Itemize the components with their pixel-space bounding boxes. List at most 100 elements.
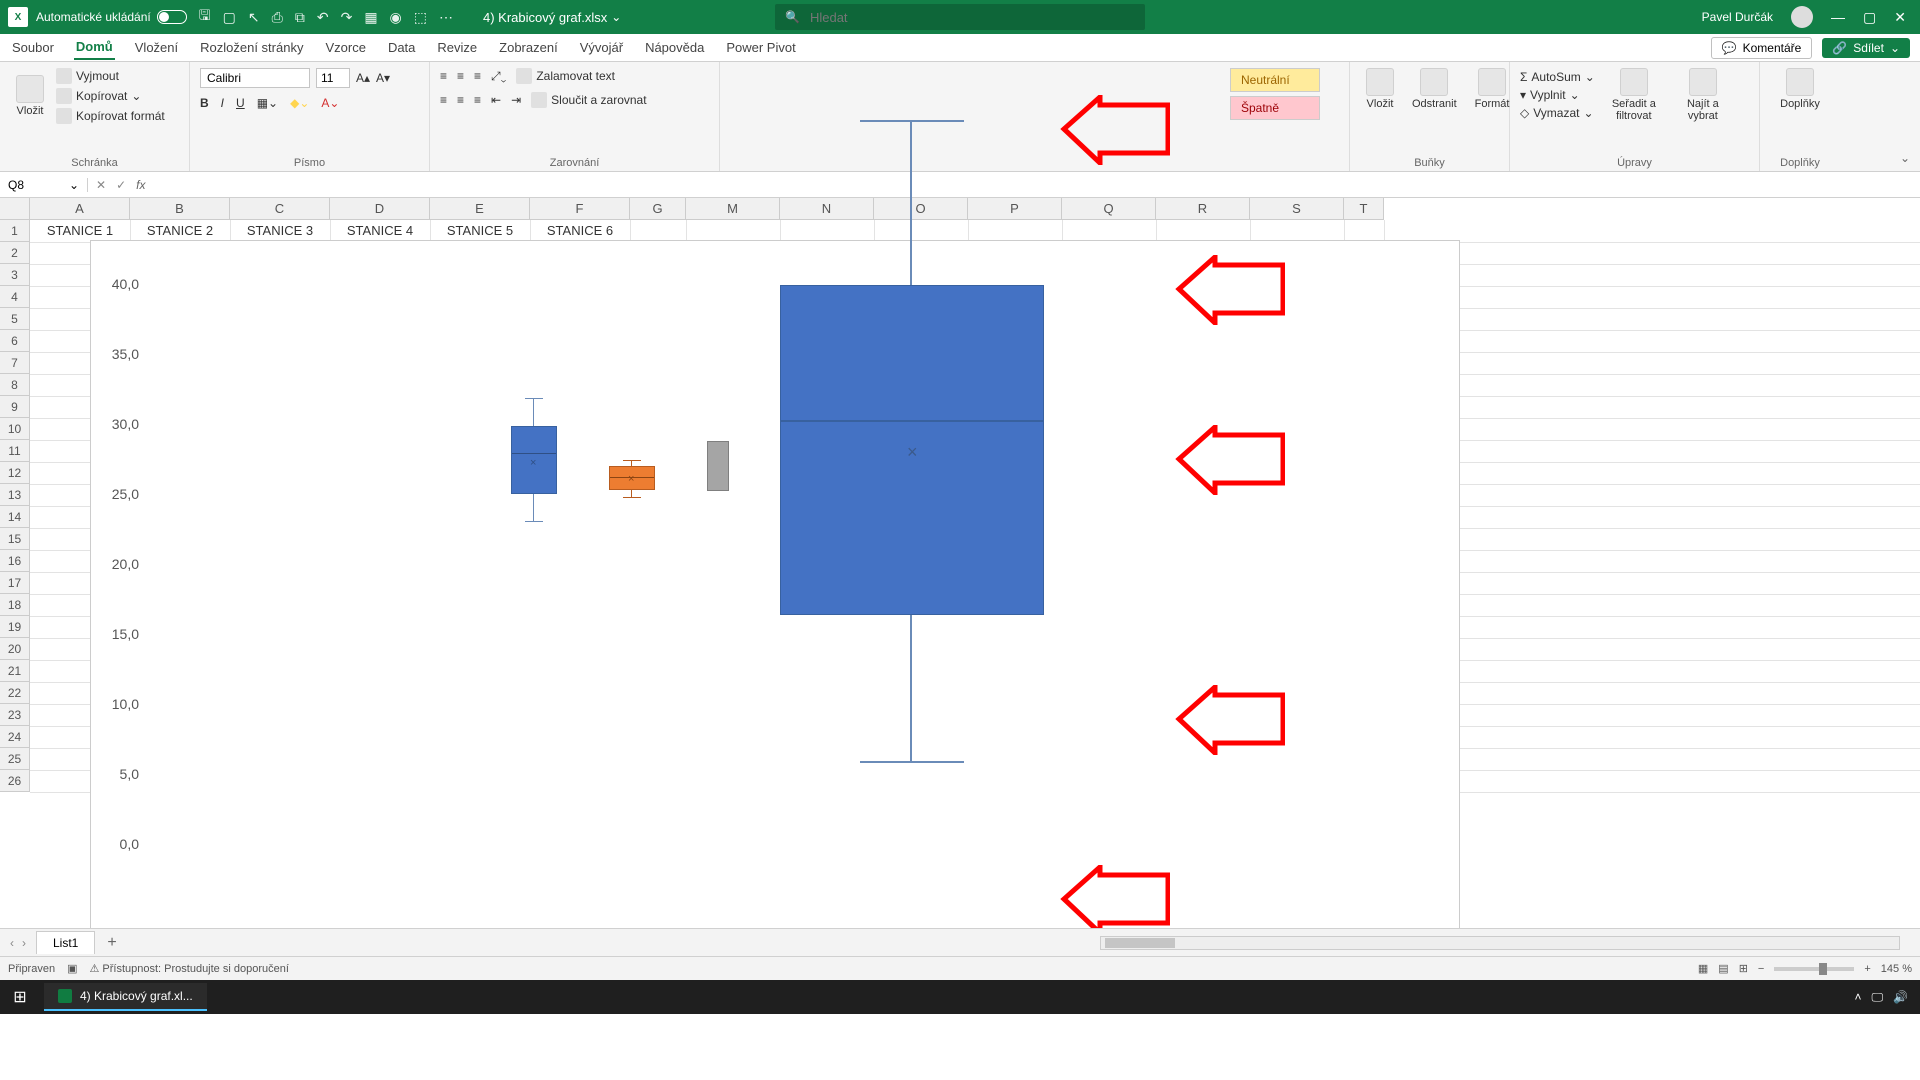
col-header-R[interactable]: R <box>1156 198 1250 220</box>
add-sheet-button[interactable]: + <box>95 934 128 952</box>
row-header-22[interactable]: 22 <box>0 682 30 704</box>
align-center-button[interactable]: ≡ <box>457 93 464 107</box>
col-header-P[interactable]: P <box>968 198 1062 220</box>
cancel-formula-icon[interactable]: ✕ <box>96 178 106 192</box>
print-icon[interactable]: ⎙ <box>272 9 283 26</box>
row-header-9[interactable]: 9 <box>0 396 30 418</box>
view-normal-button[interactable]: ▦ <box>1698 962 1708 975</box>
row-header-21[interactable]: 21 <box>0 660 30 682</box>
style-neutral[interactable]: Neutrální <box>1230 68 1320 92</box>
row-header-12[interactable]: 12 <box>0 462 30 484</box>
accept-formula-icon[interactable]: ✓ <box>116 178 126 192</box>
align-right-button[interactable]: ≡ <box>474 93 481 107</box>
align-bottom-button[interactable]: ≡ <box>474 69 481 83</box>
cut-button[interactable]: Vyjmout <box>56 68 165 84</box>
comments-button[interactable]: 💬 Komentáře <box>1711 37 1813 59</box>
col-header-T[interactable]: T <box>1344 198 1384 220</box>
new-icon[interactable]: ▢ <box>223 9 236 26</box>
tab-home[interactable]: Domů <box>74 35 115 60</box>
row-header-14[interactable]: 14 <box>0 506 30 528</box>
tray-volume-icon[interactable]: 🔊 <box>1893 990 1908 1005</box>
search-box[interactable]: 🔍 <box>775 4 1145 30</box>
col-header-E[interactable]: E <box>430 198 530 220</box>
boxplot-series-1[interactable]: × <box>511 426 557 494</box>
paste-button[interactable]: Vložit <box>10 75 50 117</box>
indent-less-button[interactable]: ⇤ <box>491 93 501 107</box>
system-tray[interactable]: ˄ 🖵 🔊 <box>1854 990 1920 1005</box>
style-bad[interactable]: Špatně <box>1230 96 1320 120</box>
row-header-11[interactable]: 11 <box>0 440 30 462</box>
col-header-Q[interactable]: Q <box>1062 198 1156 220</box>
delete-cells-button[interactable]: Odstranit <box>1406 68 1463 110</box>
row-header-16[interactable]: 16 <box>0 550 30 572</box>
row-header-20[interactable]: 20 <box>0 638 30 660</box>
tab-view[interactable]: Zobrazení <box>497 36 560 59</box>
clear-button[interactable]: ◇ Vymazat ⌄ <box>1520 106 1595 120</box>
border-button[interactable]: ▦⌄ <box>257 96 278 110</box>
addins-button[interactable]: Doplňky <box>1770 68 1830 110</box>
tab-formulas[interactable]: Vzorce <box>323 36 367 59</box>
maximize-button[interactable]: ▢ <box>1863 9 1876 26</box>
font-color-button[interactable]: A⌄ <box>321 96 339 110</box>
row-header-3[interactable]: 3 <box>0 264 30 286</box>
format-painter-button[interactable]: Kopírovat formát <box>56 108 165 124</box>
col-header-C[interactable]: C <box>230 198 330 220</box>
format-cells-button[interactable]: Formát <box>1469 68 1516 110</box>
orientation-button[interactable]: ⤢⌄ <box>491 69 506 84</box>
row-header-24[interactable]: 24 <box>0 726 30 748</box>
row-header-26[interactable]: 26 <box>0 770 30 792</box>
cursor-icon[interactable]: ↖ <box>248 9 260 26</box>
row-header-6[interactable]: 6 <box>0 330 30 352</box>
tab-file[interactable]: Soubor <box>10 36 56 59</box>
tray-display-icon[interactable]: 🖵 <box>1871 990 1883 1005</box>
save-icon[interactable]: 🖫 <box>199 5 211 29</box>
col-header-O[interactable]: O <box>874 198 968 220</box>
tray-chevron-icon[interactable]: ˄ <box>1854 990 1861 1005</box>
minimize-button[interactable]: — <box>1831 9 1845 25</box>
fx-icon[interactable]: fx <box>136 178 145 192</box>
col-header-B[interactable]: B <box>130 198 230 220</box>
tab-powerpivot[interactable]: Power Pivot <box>724 36 797 59</box>
font-name-input[interactable] <box>200 68 310 88</box>
preview-icon[interactable]: ⧉ <box>295 9 305 26</box>
start-button[interactable]: ⊞ <box>0 987 40 1007</box>
tab-review[interactable]: Revize <box>435 36 479 59</box>
qat-icon-2[interactable]: ◉ <box>390 9 402 26</box>
row-header-4[interactable]: 4 <box>0 286 30 308</box>
row-header-25[interactable]: 25 <box>0 748 30 770</box>
zoom-slider[interactable] <box>1774 967 1854 971</box>
sheet-prev-button[interactable]: ‹ <box>10 936 14 950</box>
fill-color-button[interactable]: ◆⌄ <box>290 96 309 110</box>
merge-button[interactable]: Sloučit a zarovnat <box>531 92 646 108</box>
boxplot-series-3[interactable] <box>707 441 729 491</box>
sort-filter-button[interactable]: Seřadit a filtrovat <box>1601 68 1667 122</box>
col-header-F[interactable]: F <box>530 198 630 220</box>
row-header-19[interactable]: 19 <box>0 616 30 638</box>
undo-icon[interactable]: ↶ <box>317 9 329 26</box>
search-input[interactable] <box>810 10 1135 25</box>
copy-button[interactable]: Kopírovat ⌄ <box>56 88 165 104</box>
user-name[interactable]: Pavel Durčák <box>1702 10 1773 24</box>
wrap-text-button[interactable]: Zalamovat text <box>516 68 615 84</box>
row-header-13[interactable]: 13 <box>0 484 30 506</box>
qat-more-icon[interactable]: ⋯ <box>439 9 453 26</box>
increase-font-button[interactable]: A▴ <box>356 71 370 85</box>
find-select-button[interactable]: Najít a vybrat <box>1673 68 1733 122</box>
col-header-S[interactable]: S <box>1250 198 1344 220</box>
sheet-next-button[interactable]: › <box>22 936 26 950</box>
tab-developer[interactable]: Vývojář <box>578 36 625 59</box>
row-header-7[interactable]: 7 <box>0 352 30 374</box>
tab-insert[interactable]: Vložení <box>133 36 180 59</box>
horizontal-scrollbar[interactable] <box>1100 936 1900 950</box>
zoom-out-button[interactable]: − <box>1758 963 1764 975</box>
row-header-23[interactable]: 23 <box>0 704 30 726</box>
row-header-8[interactable]: 8 <box>0 374 30 396</box>
underline-button[interactable]: U <box>236 96 245 110</box>
avatar[interactable] <box>1791 6 1813 28</box>
close-button[interactable]: ✕ <box>1894 9 1906 26</box>
row-header-17[interactable]: 17 <box>0 572 30 594</box>
indent-more-button[interactable]: ⇥ <box>511 93 521 107</box>
redo-icon[interactable]: ↷ <box>341 9 353 26</box>
sheet-tab-list1[interactable]: List1 <box>36 931 95 954</box>
document-title[interactable]: 4) Krabicový graf.xlsx <box>483 10 607 25</box>
